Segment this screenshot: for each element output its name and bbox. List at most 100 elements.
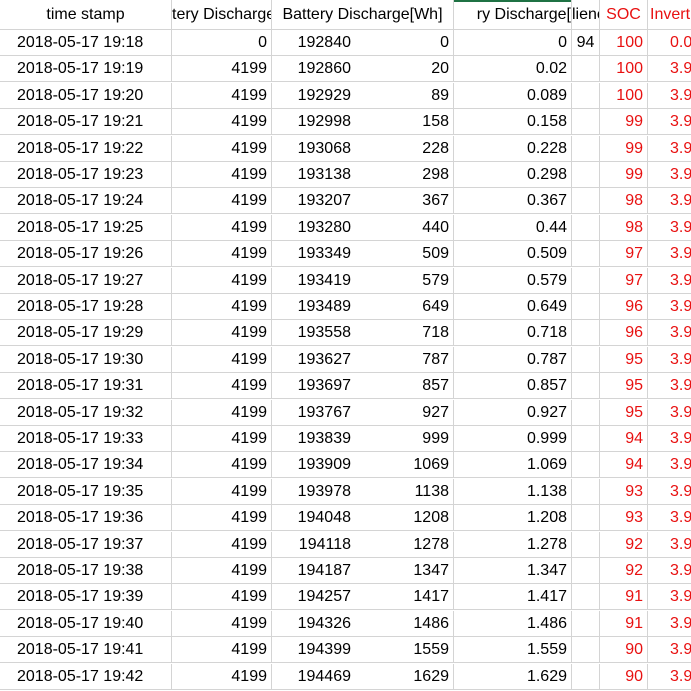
cell-battery-discharge-wh-delta[interactable]: 192929 89 — [272, 82, 454, 109]
cell-timestamp[interactable]: 2018-05-17 19:37 — [0, 531, 172, 558]
cell-battery-discharge-kwh[interactable]: 0.649 — [454, 294, 572, 320]
cell-timestamp[interactable]: 2018-05-17 19:33 — [0, 426, 172, 452]
cell-efficiency[interactable] — [572, 452, 600, 479]
cell-battery-discharge-kwh[interactable]: 0.857 — [454, 373, 572, 400]
cell-battery-discharge[interactable]: 4199 — [172, 610, 272, 637]
cell-efficiency[interactable] — [572, 346, 600, 373]
cell-efficiency[interactable] — [572, 584, 600, 611]
cell-timestamp[interactable]: 2018-05-17 19:25 — [0, 214, 172, 241]
cell-battery-discharge[interactable]: 0 — [172, 30, 272, 56]
cell-soc[interactable]: 96 — [600, 320, 648, 347]
cell-battery-discharge[interactable]: 4199 — [172, 531, 272, 558]
cell-battery-discharge-kwh[interactable]: 0.718 — [454, 320, 572, 347]
cell-battery-discharge-kwh[interactable]: 0.579 — [454, 267, 572, 294]
cell-soc[interactable]: 100 — [600, 56, 648, 83]
cell-timestamp[interactable]: 2018-05-17 19:34 — [0, 452, 172, 479]
cell-battery-discharge-wh-delta[interactable]: 192840 0 — [272, 30, 454, 56]
cell-battery-discharge-wh-delta[interactable]: 194187 1347 — [272, 558, 454, 584]
cell-battery-discharge-kwh[interactable]: 1.347 — [454, 558, 572, 584]
cell-inverter[interactable]: 3.9 — [648, 532, 691, 558]
cell-timestamp[interactable]: 2018-05-17 19:24 — [0, 188, 172, 215]
cell-efficiency[interactable] — [572, 162, 600, 188]
cell-battery-discharge[interactable]: 4199 — [172, 135, 272, 162]
cell-battery-discharge-kwh[interactable]: 0.298 — [454, 162, 572, 188]
cell-battery-discharge-wh-delta[interactable]: 193839 999 — [272, 426, 454, 452]
cell-timestamp[interactable]: 2018-05-17 19:30 — [0, 346, 172, 373]
cell-battery-discharge-wh-delta[interactable]: 194399 1559 — [272, 637, 454, 664]
cell-soc[interactable]: 95 — [600, 346, 648, 373]
cell-battery-discharge-kwh[interactable]: 0.509 — [454, 241, 572, 268]
cell-battery-discharge[interactable]: 4199 — [172, 188, 272, 215]
cell-efficiency[interactable] — [572, 135, 600, 162]
cell-efficiency[interactable] — [572, 294, 600, 320]
cell-battery-discharge[interactable]: 4199 — [172, 214, 272, 241]
cell-soc[interactable]: 94 — [600, 452, 648, 479]
cell-efficiency[interactable] — [572, 531, 600, 558]
cell-battery-discharge-wh-delta[interactable]: 193697 857 — [272, 373, 454, 400]
cell-inverter[interactable]: 3.9 — [648, 109, 691, 136]
cell-battery-discharge[interactable]: 4199 — [172, 294, 272, 320]
cell-inverter[interactable]: 3.9 — [648, 241, 691, 268]
cell-battery-discharge-kwh[interactable]: 1.069 — [454, 452, 572, 479]
cell-battery-discharge-kwh[interactable]: 1.486 — [454, 610, 572, 637]
cell-battery-discharge[interactable]: 4199 — [172, 426, 272, 452]
cell-soc[interactable]: 99 — [600, 162, 648, 188]
cell-timestamp[interactable]: 2018-05-17 19:41 — [0, 637, 172, 664]
cell-battery-discharge-wh-delta[interactable]: 193627 787 — [272, 346, 454, 373]
cell-soc[interactable]: 97 — [600, 267, 648, 294]
cell-timestamp[interactable]: 2018-05-17 19:21 — [0, 109, 172, 136]
cell-battery-discharge-wh-delta[interactable]: 193207 367 — [272, 188, 454, 215]
cell-inverter[interactable]: 3.9 — [648, 268, 691, 294]
header-battery-discharge-wh[interactable]: Battery Discharge[Wh] — [272, 0, 454, 30]
cell-battery-discharge[interactable]: 4199 — [172, 109, 272, 136]
cell-battery-discharge-wh-delta[interactable]: 193068 228 — [272, 135, 454, 162]
cell-inverter[interactable]: 3.9 — [648, 452, 691, 479]
cell-battery-discharge-kwh[interactable]: 1.417 — [454, 584, 572, 611]
cell-battery-discharge-kwh[interactable]: 0.927 — [454, 399, 572, 426]
cell-timestamp[interactable]: 2018-05-17 19:32 — [0, 399, 172, 426]
cell-timestamp[interactable]: 2018-05-17 19:29 — [0, 320, 172, 347]
cell-efficiency[interactable] — [572, 188, 600, 215]
cell-inverter[interactable]: 3.9 — [648, 162, 691, 188]
cell-soc[interactable]: 95 — [600, 373, 648, 400]
cell-battery-discharge-kwh[interactable]: 0.158 — [454, 109, 572, 136]
cell-efficiency[interactable] — [572, 82, 600, 109]
cell-battery-discharge-wh-delta[interactable]: 193489 649 — [272, 294, 454, 320]
cell-inverter[interactable]: 3.9 — [648, 373, 691, 400]
cell-soc[interactable]: 99 — [600, 109, 648, 136]
header-battery-discharge-kwh-clipped[interactable]: ry Discharge[ — [454, 0, 572, 30]
cell-battery-discharge-kwh[interactable]: 1.559 — [454, 637, 572, 664]
cell-battery-discharge[interactable]: 4199 — [172, 346, 272, 373]
cell-efficiency[interactable] — [572, 373, 600, 400]
cell-efficiency[interactable] — [572, 267, 600, 294]
cell-efficiency[interactable] — [572, 426, 600, 452]
cell-timestamp[interactable]: 2018-05-17 19:40 — [0, 610, 172, 637]
cell-soc[interactable]: 97 — [600, 241, 648, 268]
cell-efficiency[interactable] — [572, 663, 600, 690]
cell-battery-discharge-kwh[interactable]: 0.44 — [454, 214, 572, 241]
cell-timestamp[interactable]: 2018-05-17 19:18 — [0, 30, 172, 56]
cell-timestamp[interactable]: 2018-05-17 19:36 — [0, 505, 172, 532]
cell-timestamp[interactable]: 2018-05-17 19:26 — [0, 241, 172, 268]
cell-battery-discharge-wh-delta[interactable]: 193280 440 — [272, 214, 454, 241]
cell-timestamp[interactable]: 2018-05-17 19:35 — [0, 478, 172, 505]
cell-timestamp[interactable]: 2018-05-17 19:23 — [0, 162, 172, 188]
cell-soc[interactable]: 95 — [600, 399, 648, 426]
cell-battery-discharge[interactable]: 4199 — [172, 478, 272, 505]
cell-inverter[interactable]: 3.9 — [648, 505, 691, 532]
cell-inverter[interactable]: 3.9 — [648, 584, 691, 611]
cell-efficiency[interactable] — [572, 214, 600, 241]
cell-battery-discharge-kwh[interactable]: 0.228 — [454, 135, 572, 162]
header-soc[interactable]: SOC — [600, 0, 648, 30]
cell-soc[interactable]: 91 — [600, 584, 648, 611]
cell-battery-discharge-kwh[interactable]: 0.02 — [454, 56, 572, 83]
cell-battery-discharge[interactable]: 4199 — [172, 584, 272, 611]
cell-efficiency[interactable] — [572, 56, 600, 83]
cell-soc[interactable]: 91 — [600, 610, 648, 637]
cell-battery-discharge-wh-delta[interactable]: 194048 1208 — [272, 505, 454, 532]
cell-battery-discharge[interactable]: 4199 — [172, 663, 272, 690]
cell-inverter[interactable]: 3.9 — [648, 479, 691, 505]
cell-timestamp[interactable]: 2018-05-17 19:31 — [0, 373, 172, 400]
cell-inverter[interactable]: 3.9 — [648, 400, 691, 426]
cell-battery-discharge-wh-delta[interactable]: 192860 20 — [272, 56, 454, 83]
